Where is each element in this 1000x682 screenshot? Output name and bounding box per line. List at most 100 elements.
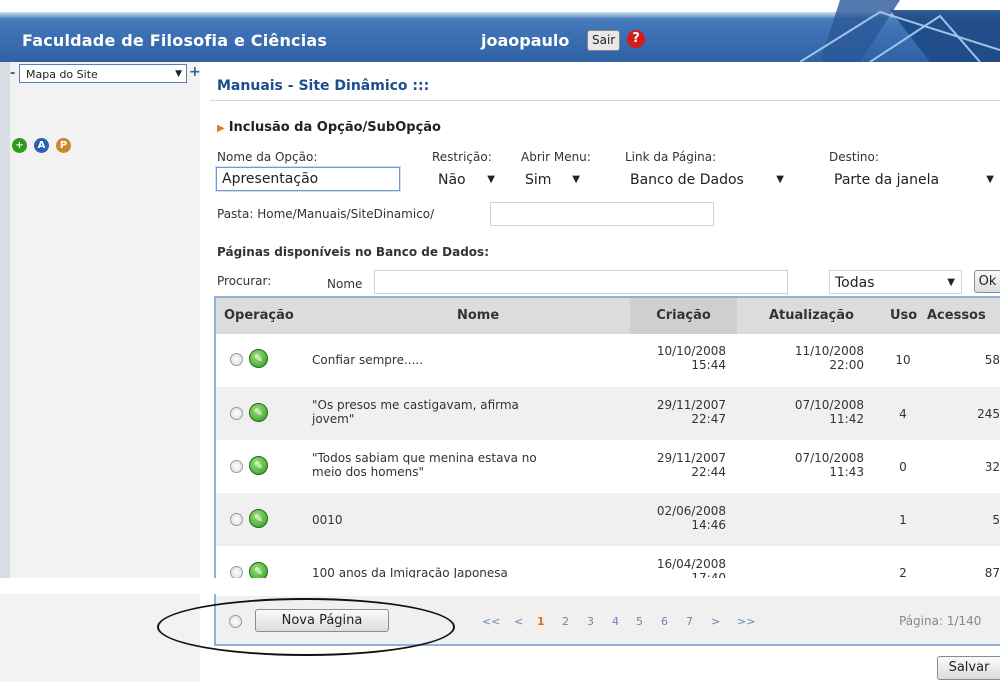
abrir-menu-value: Sim [525,172,552,188]
search-label: Procurar: [217,274,272,288]
page-info: Página: 1/140 [899,614,982,628]
col-atualizacao[interactable]: Atualização [769,298,854,334]
search-input[interactable] [374,270,788,294]
row-name: 0010 [312,513,343,527]
destino-value: Parte da janela [834,172,940,188]
table-row[interactable]: ✎ Confiar sempre..... 10/10/2008 15:44 1… [216,334,1000,387]
chevron-down-icon: ▼ [487,174,495,185]
row-updated-date: 07/10/2008 [794,398,864,412]
page-link-4[interactable]: 4 [612,615,619,628]
col-uso[interactable]: Uso [890,298,917,334]
row-name-line1: "Todos sabiam que menina estava no [312,451,537,465]
page-link-3[interactable]: 3 [587,615,594,628]
row-created-time: 22:44 [691,465,726,479]
row-uso: 1 [899,513,907,527]
row-updated-time: 11:43 [829,465,864,479]
row-radio[interactable] [230,460,243,473]
table-header: Operação Nome Criação Atualização Uso Ac… [216,298,1000,334]
col-operacao[interactable]: Operação [224,298,294,334]
pasta-label: Pasta: Home/Manuais/SiteDinamico/ [217,207,435,221]
row-updated-date: 07/10/2008 [794,451,864,465]
add-icon[interactable]: + [12,138,27,153]
row-radio[interactable] [230,513,243,526]
edit-icon[interactable]: ✎ [249,509,268,528]
row-created-date: 29/11/2007 [656,451,726,465]
row-updated-time: 11:42 [829,412,864,426]
page-link-5[interactable]: 5 [636,615,643,628]
row-radio[interactable] [230,407,243,420]
nome-field[interactable]: Apresentação [216,167,400,191]
site-map-select[interactable]: Mapa do Site ▼ [19,64,187,83]
last-page-link[interactable]: >> [737,615,755,628]
banner-decoration [799,0,1000,62]
section-title-text: Inclusão da Opção/SubOpção [228,120,441,135]
save-button[interactable]: Salvar [937,656,1000,680]
highlight-ellipse [157,598,455,656]
section-title: ▶ Inclusão da Opção/SubOpção [217,120,441,135]
site-map-select-value: Mapa do Site [26,68,98,81]
logout-button[interactable]: Sair [587,30,621,51]
page-link-7[interactable]: 7 [686,615,693,628]
pages-title: Páginas disponíveis no Banco de Dados: [217,245,489,259]
col-acessos[interactable]: Acessos [927,298,986,334]
row-uso: 4 [899,407,907,421]
col-criacao[interactable]: Criação [630,298,737,334]
a-icon[interactable]: A [34,138,49,153]
p-icon[interactable]: P [56,138,71,153]
table-row[interactable]: ✎ "Todos sabiam que menina estava no mei… [216,440,1000,493]
username: joaopaulo [481,31,570,50]
row-name: Confiar sempre..... [312,353,424,367]
row-created-time: 15:44 [691,358,726,372]
row-uso: 0 [899,460,907,474]
row-updated-time: 22:00 [829,358,864,372]
row-updated-date: 11/10/2008 [794,344,864,358]
row-name-line2: meio dos homens" [312,465,424,479]
filter-select[interactable]: Todas ▼ [829,270,962,294]
link-value: Banco de Dados [630,172,744,188]
abrir-menu-label: Abrir Menu: [521,150,591,164]
row-name-line2: jovem" [312,412,355,426]
row-created-date: 10/10/2008 [656,344,726,358]
first-page-link[interactable]: << [482,615,500,628]
row-radio[interactable] [230,353,243,366]
link-select[interactable]: Banco de Dados ▼ [625,168,790,192]
help-icon[interactable]: ? [627,30,645,48]
page-link-1[interactable]: 1 [537,615,545,628]
ok-button[interactable]: Ok [974,270,1000,293]
row-name-line1: "Os presos me castigavam, afirma [312,398,519,412]
destino-select[interactable]: Parte da janela ▼ [829,168,1000,192]
row-created-date: 02/06/2008 [656,504,726,518]
filter-value: Todas [835,275,875,291]
col-nome[interactable]: Nome [457,298,499,334]
edit-icon[interactable]: ✎ [249,403,268,422]
row-created-date: 29/11/2007 [656,398,726,412]
expand-icon[interactable]: + [189,64,201,80]
edit-icon[interactable]: ✎ [249,349,268,368]
pages-table: Operação Nome Criação Atualização Uso Ac… [214,296,1000,608]
link-label: Link da Página: [625,150,717,164]
table-row[interactable]: ✎ 0010 02/06/2008 14:46 1 5 [216,493,1000,546]
row-acessos: 5 [992,513,1000,527]
table-row[interactable]: ✎ "Os presos me castigavam, afirma jovem… [216,387,1000,440]
image-cut-gap [0,578,1000,594]
restricao-label: Restrição: [432,150,492,164]
faculty-title: Faculdade de Filosofia e Ciências [22,31,328,50]
row-acessos: 58 [984,353,1000,367]
page-title: Manuais - Site Dinâmico ::: [217,78,430,94]
edit-icon[interactable]: ✎ [249,456,268,475]
collapse-icon[interactable]: - [10,66,15,81]
chevron-down-icon: ▼ [947,277,955,288]
restricao-select[interactable]: Não ▼ [433,168,501,192]
prev-page-link[interactable]: < [514,615,523,628]
abrir-menu-select[interactable]: Sim ▼ [520,168,586,192]
chevron-down-icon: ▼ [776,174,784,185]
page-link-2[interactable]: 2 [562,615,569,628]
next-page-link[interactable]: > [711,615,720,628]
row-created-time: 14:46 [691,518,726,532]
pasta-field[interactable] [490,202,714,226]
page-link-6[interactable]: 6 [661,615,668,628]
chevron-down-icon: ▼ [175,69,182,79]
row-uso: 10 [895,353,911,367]
chevron-down-icon: ▼ [986,174,994,185]
restricao-value: Não [438,172,466,188]
